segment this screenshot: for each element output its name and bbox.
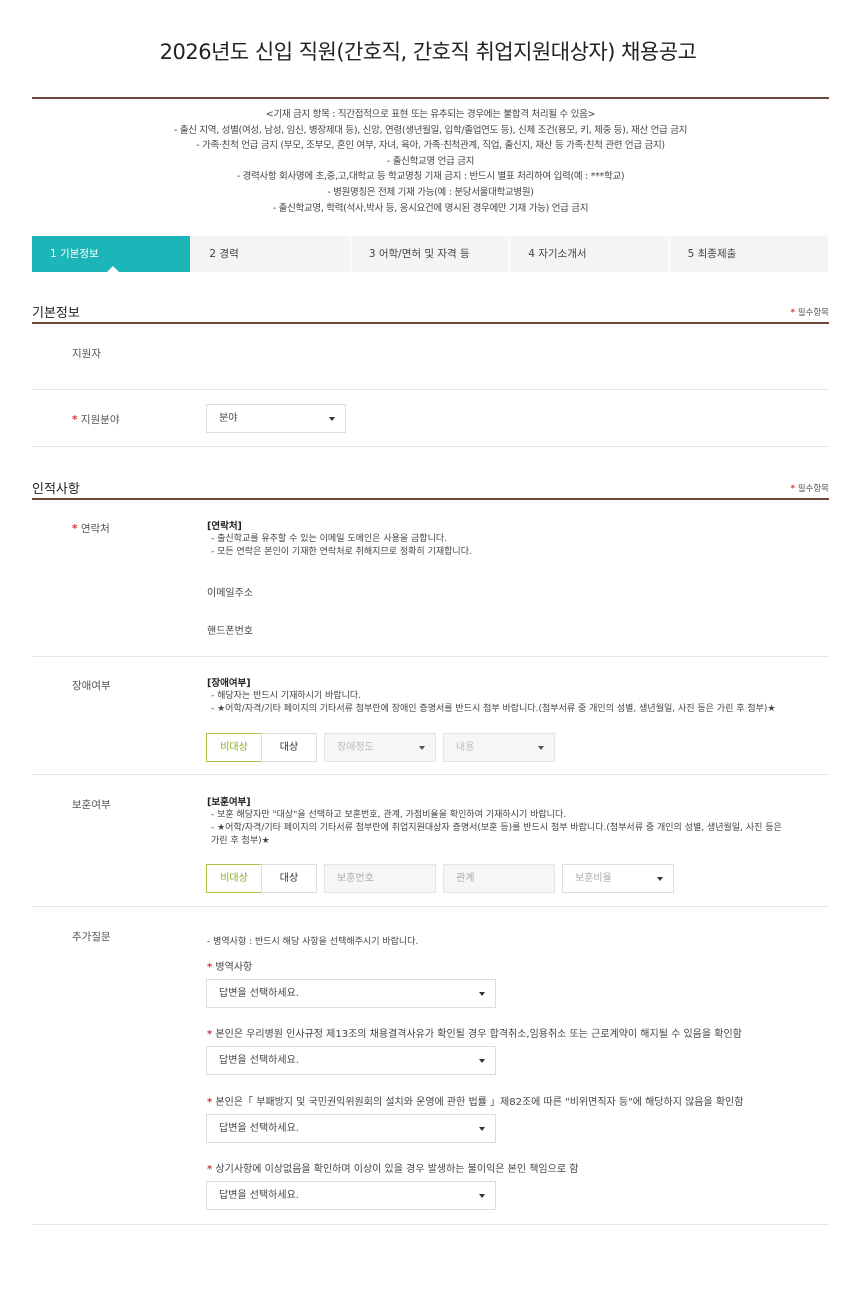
divider xyxy=(32,389,829,390)
required-note: * 필수항목 xyxy=(790,308,829,318)
veteran-yes-button[interactable]: 대상 xyxy=(261,864,317,893)
notice-line: - 출신 지역, 성별(여성, 남성, 임신, 병장제대 등), 신앙, 연령(… xyxy=(173,124,688,136)
disability-degree-select[interactable]: 장애정도 xyxy=(324,733,436,762)
applicant-label: 지원자 xyxy=(72,348,101,360)
veteran-ratio-select[interactable]: 보훈비율 xyxy=(562,864,674,893)
phone-label: 핸드폰번호 xyxy=(207,626,253,637)
question-answer-select[interactable]: 답변을 선택하세요. xyxy=(206,979,496,1008)
section-basic-info: 기본정보 * 필수항목 xyxy=(32,300,829,324)
veteran-guide: [보훈여부] - 보훈 해당자만 "대상"을 선택하고 보훈번호, 관계, 가점… xyxy=(207,797,782,846)
section-personal-info: 인적사항 * 필수항목 xyxy=(32,476,829,500)
extra-questions-label: 추가질문 xyxy=(72,931,111,943)
disability-no-button[interactable]: 비대상 xyxy=(206,733,262,762)
question-answer-select[interactable]: 답변을 선택하세요. xyxy=(206,1046,496,1075)
divider xyxy=(32,446,829,447)
page-title: 2026년도 신입 직원(간호직, 간호직 취업지원대상자) 채용공고 xyxy=(159,40,697,64)
question-label: * 본인은「 부패방지 및 국민권익위원회의 설치와 운영에 관한 법률 」제8… xyxy=(207,1097,744,1108)
extra-guide: - 병역사항 : 반드시 해당 사항을 선택해주시기 바랍니다. xyxy=(207,937,419,947)
divider xyxy=(32,906,829,907)
chevron-down-icon xyxy=(657,877,663,881)
chevron-down-icon xyxy=(538,746,544,750)
section-title: 기본정보 xyxy=(32,306,80,321)
notice-line: <기재 금지 항목 : 직간접적으로 표현 또는 유추되는 경우에는 불합격 처… xyxy=(265,109,596,120)
chevron-down-icon xyxy=(479,1194,485,1198)
notice-line: - 병원명칭은 전체 기재 가능(예 : 분당서울대학교병원) xyxy=(327,186,534,198)
notice-line: - 경력사항 회사명에 초,중,고,대학교 등 학교명칭 기재 금지 : 반드시… xyxy=(236,171,625,183)
disability-content-select[interactable]: 내용 xyxy=(443,733,555,762)
notice-box: <기재 금지 항목 : 직간접적으로 표현 또는 유추되는 경우에는 불합격 처… xyxy=(32,97,829,216)
disability-label: 장애여부 xyxy=(72,680,111,692)
disability-yes-button[interactable]: 대상 xyxy=(261,733,317,762)
question-label: * 본인은 우리병원 인사규정 제13조의 채용결격사유가 확인될 경우 합격취… xyxy=(207,1029,742,1040)
veteran-relation-input[interactable]: 관계 xyxy=(443,864,555,893)
chevron-down-icon xyxy=(329,417,335,421)
question-answer-select[interactable]: 답변을 선택하세요. xyxy=(206,1181,496,1210)
email-label: 이메일주소 xyxy=(207,588,253,599)
step-language-license[interactable]: 3 어학/면허 및 자격 등 xyxy=(351,236,511,272)
question-answer-select[interactable]: 답변을 선택하세요. xyxy=(206,1114,496,1143)
question-label: * 상기사항에 이상없음을 확인하며 이상이 있을 경우 발생하는 불이익은 본… xyxy=(207,1164,579,1175)
divider xyxy=(32,1224,829,1225)
veteran-no-button[interactable]: 비대상 xyxy=(206,864,262,893)
chevron-down-icon xyxy=(479,1127,485,1131)
veteran-number-input[interactable]: 보훈번호 xyxy=(324,864,436,893)
question-label: * 병역사항 xyxy=(207,962,253,973)
step-tabs: 1 기본정보 2 경력 3 어학/면허 및 자격 등 4 자기소개서 5 최종제… xyxy=(32,236,830,273)
veteran-label: 보훈여부 xyxy=(72,799,111,811)
field-label: * 지원분야 xyxy=(72,414,120,426)
step-final-submit[interactable]: 5 최종제출 xyxy=(670,236,830,272)
section-title: 인적사항 xyxy=(32,482,80,497)
field-select[interactable]: 분야 xyxy=(206,404,346,433)
step-career[interactable]: 2 경력 xyxy=(191,236,351,272)
divider xyxy=(32,656,829,657)
chevron-down-icon xyxy=(419,746,425,750)
notice-line: - 가족·친척 언급 금지 (부모, 조부모, 혼인 여부, 자녀, 육아, 가… xyxy=(196,140,665,152)
disability-guide: [장애여부] - 해당자는 반드시 기재하시기 바랍니다. - ★어학/자격/기… xyxy=(207,678,776,714)
chevron-down-icon xyxy=(479,1059,485,1063)
step-basic-info[interactable]: 1 기본정보 xyxy=(32,236,192,273)
required-note: * 필수항목 xyxy=(790,484,829,494)
contact-guide: [연락처] - 출신학교를 유추할 수 있는 이메일 도메인은 사용을 금합니다… xyxy=(207,521,472,557)
step-self-introduction[interactable]: 4 자기소개서 xyxy=(510,236,670,272)
notice-line: - 출신학교명, 학력(석사,박사 등, 응시요건에 명시된 경우에만 기재 가… xyxy=(272,202,589,214)
divider xyxy=(32,774,829,775)
notice-line: - 출신학교명 언급 금지 xyxy=(386,155,475,167)
chevron-down-icon xyxy=(479,992,485,996)
contact-label: * 연락처 xyxy=(72,523,110,535)
